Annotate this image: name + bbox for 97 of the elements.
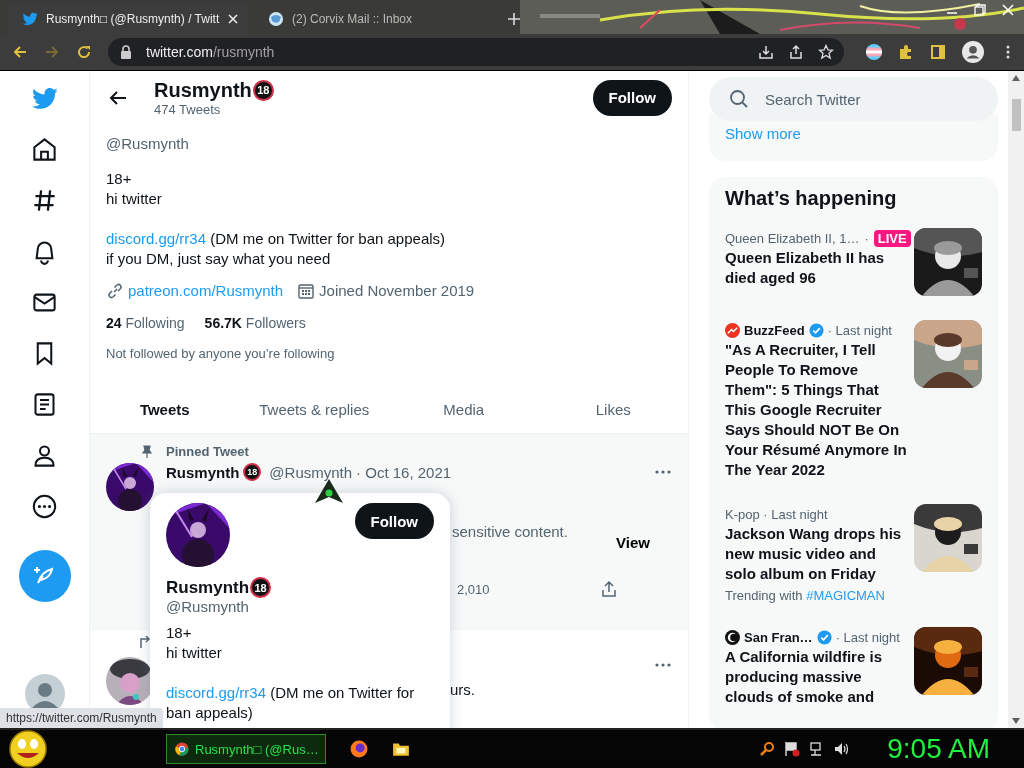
profile-tab[interactable]: Likes — [538, 386, 688, 433]
scrollbar[interactable] — [1008, 71, 1024, 728]
trend-item[interactable]: San Fran… · Last night A California wildfire is producing massive clouds of smoke and — [725, 627, 982, 707]
profile-handle[interactable]: @Rusmynth — [166, 598, 434, 615]
puzzle-icon[interactable] — [898, 44, 914, 60]
bio-line: if you DM, just say what you need — [106, 249, 332, 269]
sidebar-icon[interactable] — [930, 44, 946, 60]
smiley-icon[interactable] — [8, 729, 48, 768]
close-icon[interactable] — [228, 14, 238, 24]
trend-item[interactable]: Queen Elizabeth II, 1… · LIVE Queen Elizabeth II has died aged 96 — [725, 228, 982, 296]
speaker-icon[interactable] — [834, 741, 851, 757]
source-name: San Fran… — [744, 629, 813, 645]
bio-line: hi twitter — [166, 643, 223, 663]
profile-tab[interactable]: Tweets & replies — [239, 386, 389, 433]
trend-headline: A California wildfire is producing massive clouds of smoke and — [725, 647, 883, 707]
logo-icon — [725, 629, 740, 645]
bird-icon — [22, 11, 38, 27]
restore-icon[interactable] — [974, 4, 986, 16]
share-icon[interactable] — [788, 44, 804, 60]
back-arrow-icon[interactable] — [12, 44, 28, 60]
bio-line: discord.gg/rr34 (DM me on Twitter for ban appeals) — [166, 683, 416, 723]
panel-title: What’s happening — [725, 187, 898, 210]
age-badge: 18 — [243, 463, 262, 481]
age-badge: 18 — [252, 79, 274, 101]
star-icon[interactable] — [818, 44, 834, 60]
follow-stat-link[interactable]: 56.7K Followers — [204, 313, 306, 333]
bio-line: hi twitter — [106, 189, 163, 209]
trend-headline: "As A Recruiter, I Tell People To Remove Them": 5 Things That This Google Recruiter Says Should NOT Be On Your Résumé Anymore In The Year 2022 — [725, 340, 907, 480]
tweet-text: urs. — [450, 681, 475, 698]
magnifier-icon[interactable] — [759, 741, 776, 757]
flag-icon[interactable] — [784, 741, 801, 757]
tweet-count: 474 Tweets — [154, 101, 222, 117]
home-icon[interactable] — [31, 136, 58, 163]
profile-icon[interactable] — [962, 41, 984, 63]
share-icon[interactable] — [599, 580, 618, 598]
profile-name[interactable]: Rusmynth — [166, 577, 250, 598]
cursor-icon — [315, 479, 343, 503]
logo-icon — [725, 322, 740, 338]
joined-date: Joined November 2019 — [319, 281, 475, 301]
trend-headline: Jackson Wang drops his new music video and solo album on Friday — [725, 524, 903, 584]
scroll-thumb[interactable] — [1011, 99, 1021, 131]
trending-label: Trending with — [725, 588, 803, 603]
trend-headline: Queen Elizabeth II has died aged 96 — [725, 248, 886, 288]
live-badge: LIVE — [873, 229, 911, 247]
author-name[interactable]: Rusmynth — [166, 463, 240, 481]
document-icon[interactable] — [31, 391, 58, 418]
search-field[interactable]: Search Twitter — [709, 77, 998, 121]
age-badge: 18 — [250, 577, 272, 598]
author-handle[interactable]: @Rusmynth — [269, 463, 353, 481]
clock: 9:05 AM — [887, 733, 990, 765]
person-icon[interactable] — [31, 442, 58, 469]
url-tooltip: https://twitter.com/Rusmynth — [0, 708, 163, 728]
trend-item[interactable]: K-pop · Last night Jackson Wang drops his new music video and solo album on Friday Trending with #MAGICMAN — [725, 504, 982, 603]
profile-name: Rusmynth — [154, 78, 252, 102]
reload-icon[interactable] — [76, 44, 92, 60]
compose-button[interactable] — [18, 550, 71, 602]
download-icon[interactable] — [758, 44, 774, 60]
more-icon[interactable] — [654, 662, 672, 668]
trend-item[interactable]: BuzzFeed · Last night "As A Recruiter, I Tell People To Remove Them": 5 Things That This Google Recruiter Says Should NOT Be On Your Résumé Anymore In The Year 2022 — [725, 320, 982, 480]
source-name: BuzzFeed — [744, 322, 805, 338]
profile-handle: @Rusmynth — [106, 134, 190, 154]
follow-button[interactable]: Follow — [354, 503, 434, 539]
bio-line: discord.gg/rr34 (DM me on Twitter for ban appeals) — [106, 229, 447, 249]
link-icon — [106, 282, 124, 300]
browser-tab[interactable]: (2) Corvix Mail :: Inbox — [254, 4, 494, 34]
calendar-icon — [297, 282, 316, 300]
bird-icon[interactable] — [31, 85, 58, 112]
follow-button[interactable]: Follow — [592, 79, 672, 116]
plus-icon[interactable] — [508, 13, 520, 25]
scroll-up-icon[interactable] — [1012, 75, 1020, 81]
bio-line: 18+ — [106, 169, 133, 189]
sensitive-warning: sensitive content. — [452, 523, 569, 540]
follow-stat-link[interactable]: 24 Following — [106, 313, 185, 333]
tweet-date[interactable]: · Oct 16, 2021 — [356, 463, 452, 481]
globe-icon — [268, 11, 284, 27]
flag-icon[interactable] — [866, 44, 882, 60]
trend-time: · Last night — [835, 629, 900, 645]
view-button[interactable]: View — [610, 533, 656, 552]
browser-icon — [175, 742, 189, 756]
pin-icon — [140, 444, 154, 459]
address-bar[interactable]: twitter.com/rusmynth — [108, 38, 844, 66]
trend-time: · Last night — [827, 322, 892, 338]
like-count: 2,010 — [457, 581, 490, 597]
taskbar-button[interactable]: Rusmynth□ (@Rus… — [166, 734, 326, 764]
trend-category: Queen Elizabeth II, 1… — [725, 230, 860, 246]
hashtag-icon[interactable] — [31, 187, 58, 214]
trend-category: K-pop · Last night — [725, 506, 828, 522]
more-icon[interactable] — [31, 493, 58, 520]
pinned-label: Pinned Tweet — [166, 444, 249, 459]
folder-icon[interactable] — [392, 740, 410, 758]
browser-tab[interactable]: Rusmynth□ (@Rusmynth) / Twitt — [8, 4, 248, 34]
lock-icon — [120, 45, 132, 59]
search-icon — [729, 89, 749, 109]
profile-tab[interactable]: Media — [389, 386, 539, 433]
separator-dot: · — [864, 230, 869, 246]
scroll-down-icon[interactable] — [1012, 718, 1020, 724]
followers-note: Not followed by anyone you’re following — [106, 345, 336, 363]
